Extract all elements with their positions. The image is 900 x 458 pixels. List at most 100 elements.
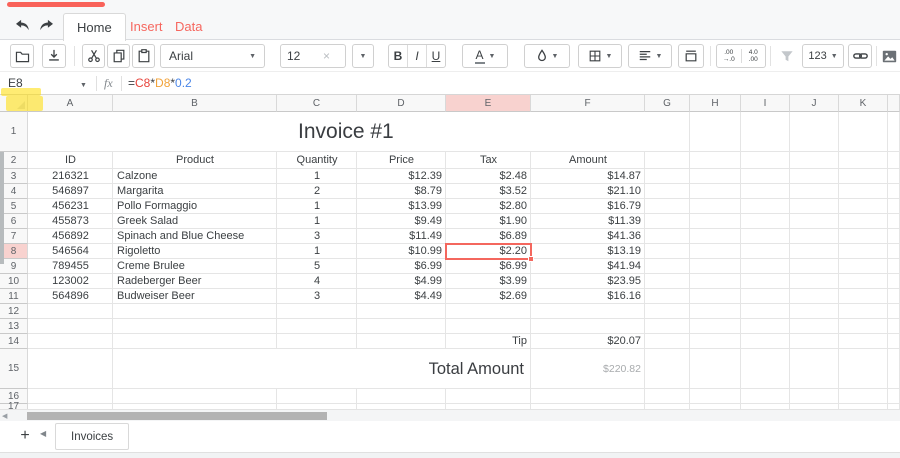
cell-G3[interactable]: [645, 169, 690, 184]
decimal-increase-button[interactable]: 4.0 .00: [740, 49, 766, 63]
cell-I5[interactable]: [741, 199, 790, 214]
cell-K6[interactable]: [839, 214, 888, 229]
cell-J6[interactable]: [790, 214, 839, 229]
cell-I1[interactable]: [741, 112, 790, 152]
cell-x6[interactable]: [888, 214, 900, 229]
cell-G13[interactable]: [645, 319, 690, 334]
cell-I12[interactable]: [741, 304, 790, 319]
cell-H16[interactable]: [690, 389, 741, 404]
download-button[interactable]: [42, 44, 66, 68]
cell-G2[interactable]: [645, 152, 690, 169]
column-header-K[interactable]: K: [839, 95, 888, 112]
fill-handle[interactable]: [528, 256, 534, 262]
cell-J3[interactable]: [790, 169, 839, 184]
cell-K13[interactable]: [839, 319, 888, 334]
filter-button[interactable]: [776, 44, 798, 68]
cell-H11[interactable]: [690, 289, 741, 304]
cell-J9[interactable]: [790, 259, 839, 274]
open-file-button[interactable]: [10, 44, 34, 68]
font-family-select[interactable]: Arial ▼: [160, 44, 265, 68]
borders-button[interactable]: ▼: [578, 44, 622, 68]
cell-I6[interactable]: [741, 214, 790, 229]
undo-button[interactable]: [12, 16, 32, 34]
row-header-11[interactable]: 11: [0, 289, 28, 304]
formula-input[interactable]: = C8 * D8 * 0.2: [128, 76, 192, 90]
column-header-E[interactable]: E: [446, 95, 531, 112]
cell-H13[interactable]: [690, 319, 741, 334]
cell-K3[interactable]: [839, 169, 888, 184]
cell-x9[interactable]: [888, 259, 900, 274]
cell-C12[interactable]: [277, 304, 357, 319]
cell-J10[interactable]: [790, 274, 839, 289]
cell-E16[interactable]: [446, 389, 531, 404]
sheet-nav-left-icon[interactable]: ◀: [40, 429, 46, 438]
cell-H2[interactable]: [690, 152, 741, 169]
cell-K7[interactable]: [839, 229, 888, 244]
tab-home[interactable]: Home: [63, 13, 126, 41]
cell-K10[interactable]: [839, 274, 888, 289]
cell-K2[interactable]: [839, 152, 888, 169]
cell-G5[interactable]: [645, 199, 690, 214]
cell-J2[interactable]: [790, 152, 839, 169]
cell-I9[interactable]: [741, 259, 790, 274]
cell-B16[interactable]: [113, 389, 277, 404]
clear-icon[interactable]: ×: [323, 49, 330, 63]
fill-color-button[interactable]: ▼: [524, 44, 570, 68]
cell-G4[interactable]: [645, 184, 690, 199]
cell-J7[interactable]: [790, 229, 839, 244]
horizontal-scrollbar[interactable]: ◀: [0, 409, 900, 421]
cell-G15[interactable]: [645, 349, 690, 389]
cell-H4[interactable]: [690, 184, 741, 199]
invoice-title-cell[interactable]: Invoice #1: [28, 112, 645, 152]
insert-image-button[interactable]: [880, 44, 899, 68]
cell-J14[interactable]: [790, 334, 839, 349]
cell-D16[interactable]: [357, 389, 446, 404]
cell-G12[interactable]: [645, 304, 690, 319]
column-header-F[interactable]: F: [531, 95, 645, 112]
cell-x4[interactable]: [888, 184, 900, 199]
row-header-13[interactable]: 13: [0, 319, 28, 334]
cell-H5[interactable]: [690, 199, 741, 214]
merge-cells-button[interactable]: [678, 44, 704, 68]
horizontal-scrollbar-thumb[interactable]: [27, 412, 327, 420]
cell-J15[interactable]: [790, 349, 839, 389]
row-header-9[interactable]: 9: [0, 259, 28, 274]
tab-data[interactable]: Data: [162, 13, 215, 40]
cell-x1[interactable]: [888, 112, 900, 152]
cell-G14[interactable]: [645, 334, 690, 349]
cell-C14[interactable]: [277, 334, 357, 349]
cell-B14[interactable]: [113, 334, 277, 349]
cell-J8[interactable]: [790, 244, 839, 259]
cell-D12[interactable]: [357, 304, 446, 319]
cell-x8[interactable]: [888, 244, 900, 259]
cell-D13[interactable]: [357, 319, 446, 334]
row-header-3[interactable]: 3: [0, 169, 28, 184]
row-header-15[interactable]: 15: [0, 349, 28, 389]
text-color-button[interactable]: A ▼: [462, 44, 508, 68]
cell-G10[interactable]: [645, 274, 690, 289]
cell-J16[interactable]: [790, 389, 839, 404]
cell-J4[interactable]: [790, 184, 839, 199]
copy-button[interactable]: [107, 44, 130, 68]
total-label-cell[interactable]: Total Amount: [113, 349, 530, 389]
column-header-D[interactable]: D: [357, 95, 446, 112]
cell-G6[interactable]: [645, 214, 690, 229]
cell-F13[interactable]: [531, 319, 645, 334]
cell-x5[interactable]: [888, 199, 900, 214]
add-sheet-button[interactable]: +: [14, 424, 36, 448]
redo-button[interactable]: [36, 16, 56, 34]
cell-J12[interactable]: [790, 304, 839, 319]
cell-K14[interactable]: [839, 334, 888, 349]
cut-button[interactable]: [82, 44, 105, 68]
cell-I16[interactable]: [741, 389, 790, 404]
cell-H14[interactable]: [690, 334, 741, 349]
cell-H9[interactable]: [690, 259, 741, 274]
cell-x10[interactable]: [888, 274, 900, 289]
cell-x11[interactable]: [888, 289, 900, 304]
row-header-8[interactable]: 8: [0, 244, 28, 259]
scroll-left-arrow-icon[interactable]: ◀: [2, 410, 7, 421]
font-size-box[interactable]: ×: [280, 44, 346, 68]
bold-button[interactable]: B: [389, 45, 407, 67]
insert-link-button[interactable]: [848, 44, 872, 68]
cell-I13[interactable]: [741, 319, 790, 334]
